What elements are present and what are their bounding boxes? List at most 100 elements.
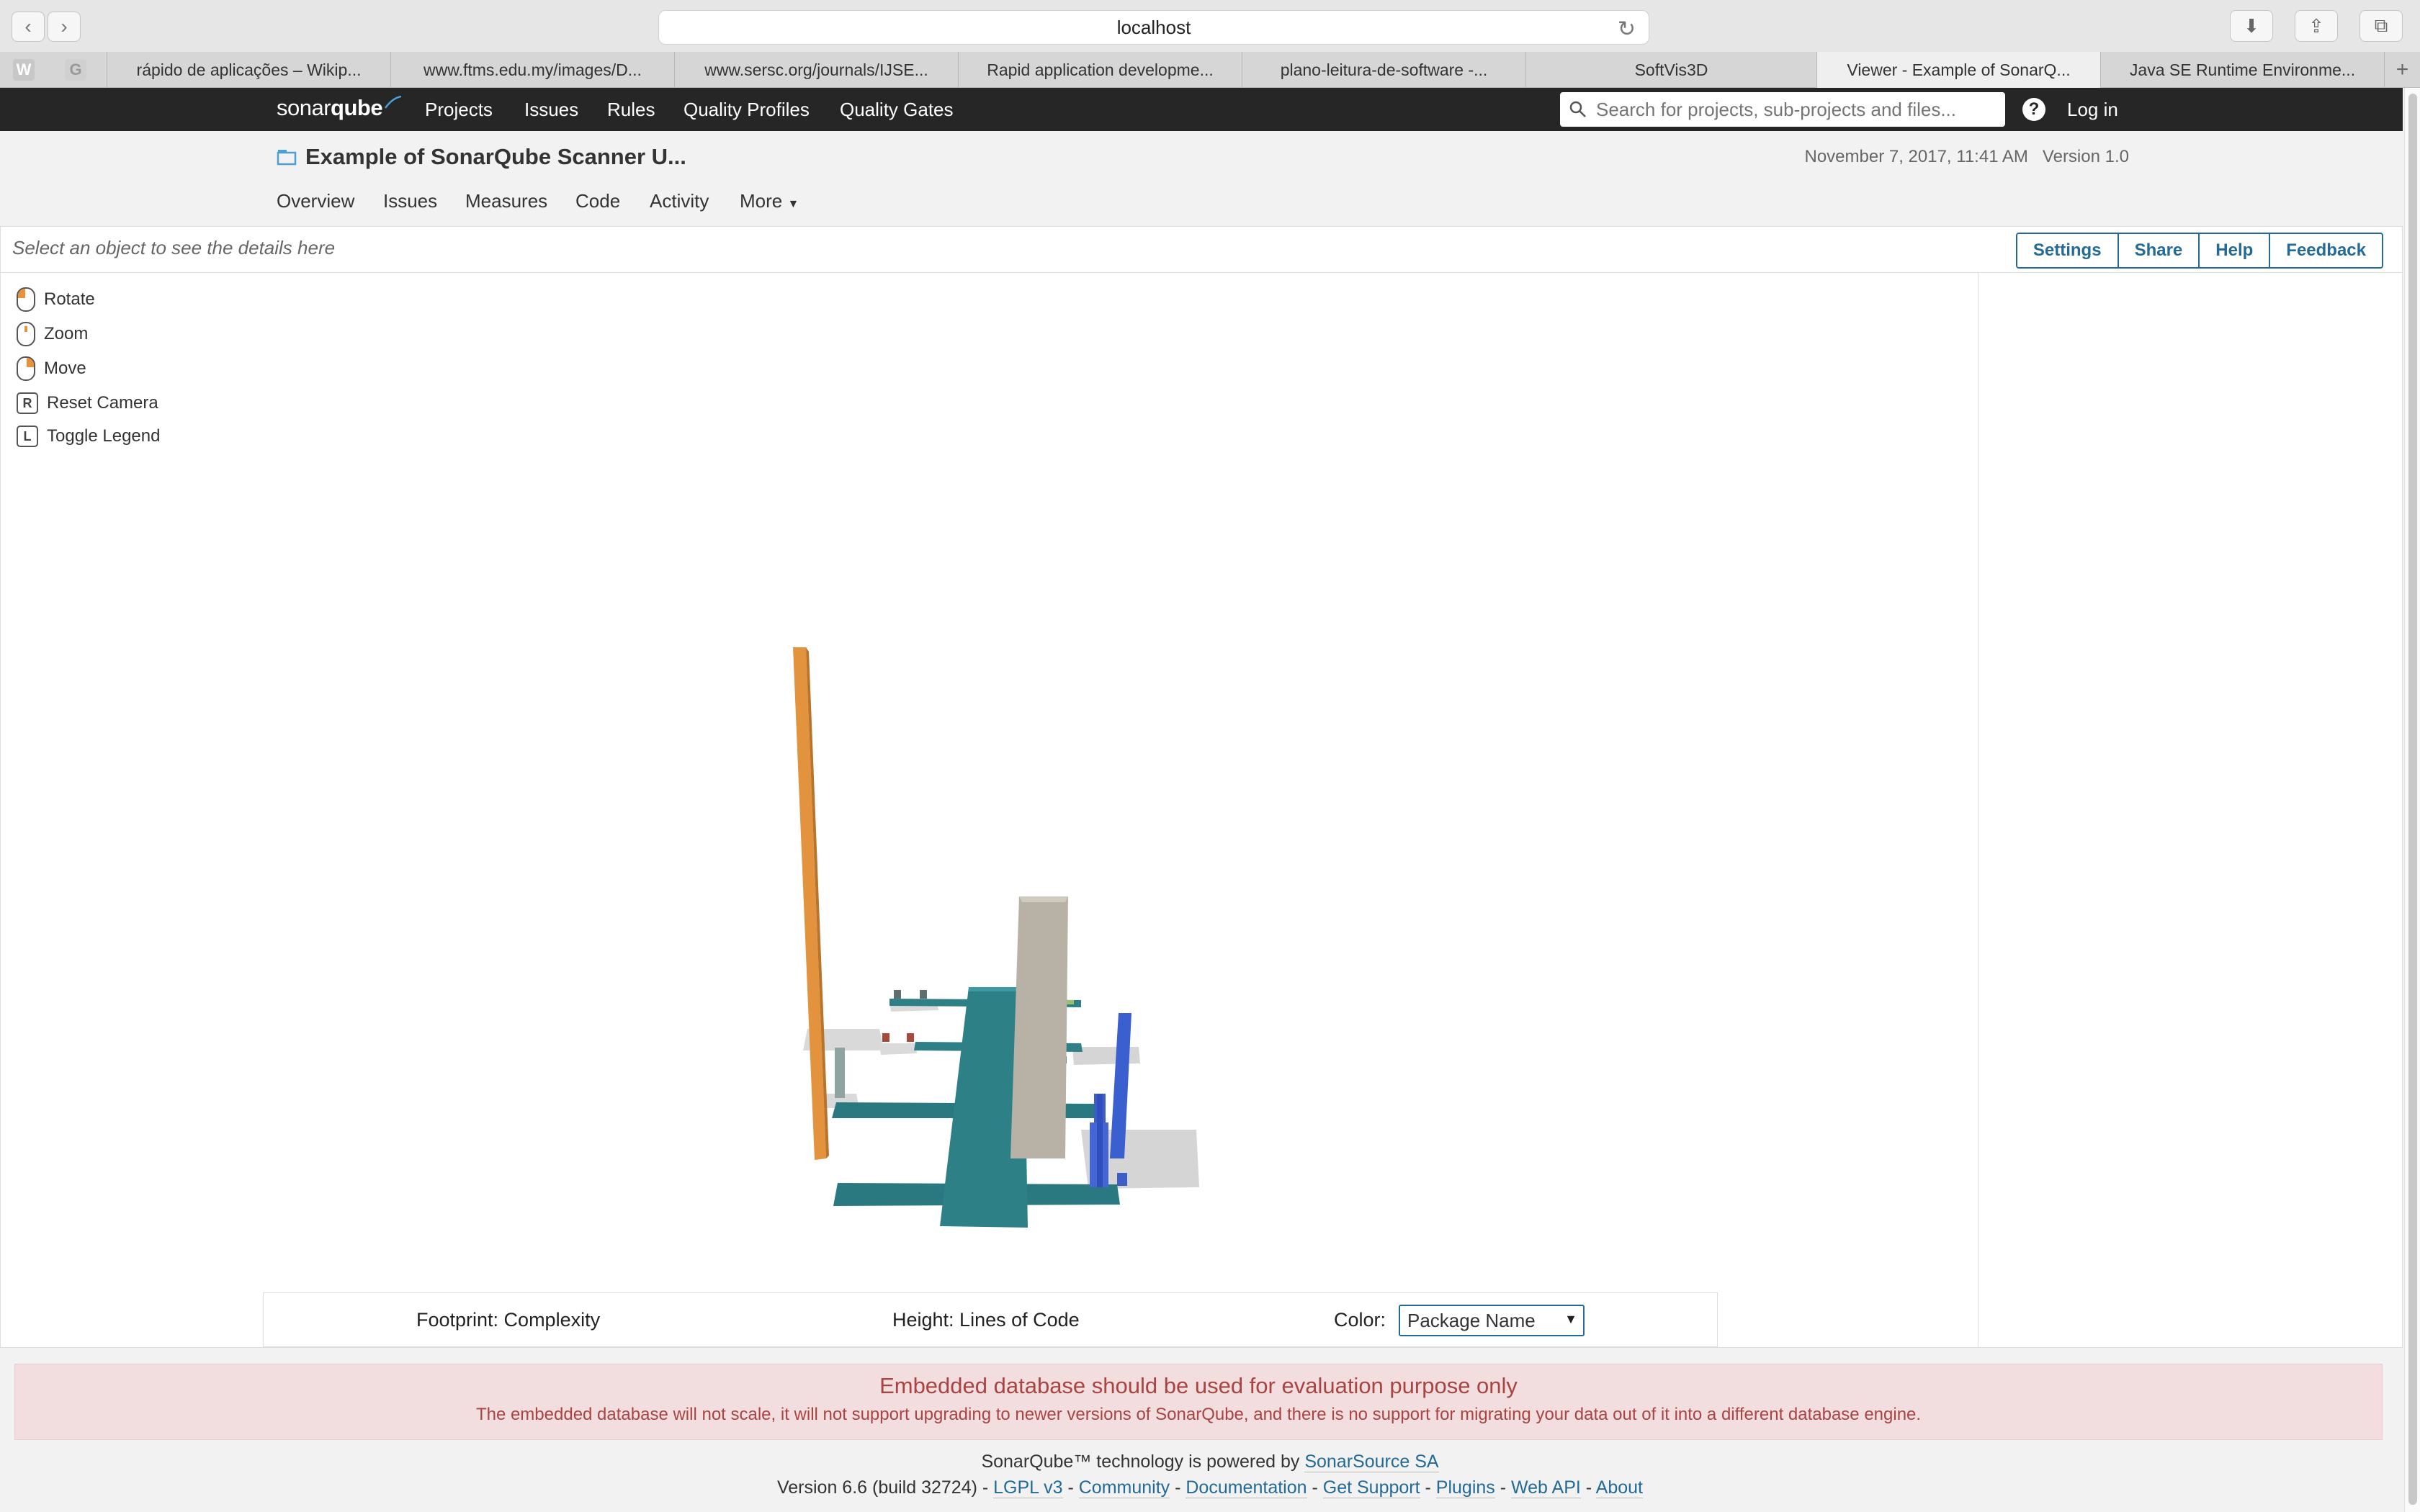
sonarsource-link[interactable]: SonarSource SA [1304,1452,1439,1472]
footer-link-about[interactable]: About [1595,1477,1644,1498]
details-hint: Select an object to see the details here [12,237,336,258]
sonarqube-navbar: sonarqube Projects Issues Rules Quality … [0,88,2403,131]
back-button[interactable]: ‹ [12,12,45,42]
sonarqube-logo[interactable]: sonarqube [277,95,403,121]
search-input[interactable] [1595,97,1986,122]
wikipedia-favicon[interactable]: W [13,59,35,81]
project-icon [277,150,297,166]
database-warning: Embedded database should be used for eva… [14,1364,2383,1440]
control-zoom: Zoom [17,322,88,346]
main-street-top [969,987,1023,991]
building[interactable] [835,1048,845,1098]
color-label: Color: [1334,1309,1386,1331]
project-title[interactable]: Example of SonarQube Scanner U... [305,144,686,170]
login-link[interactable]: Log in [2067,88,2118,131]
share-button[interactable]: Share [2118,234,2200,267]
google-icon: G [65,59,86,81]
footer-version: Version 6.6 (build 32724) [776,1477,977,1498]
share-browser-button[interactable]: ⇪ [2295,10,2338,42]
tab-issues[interactable]: Issues [383,190,437,212]
nav-rules[interactable]: Rules [607,88,655,131]
package-plate[interactable] [879,1043,917,1055]
footer-link-documentation[interactable]: Documentation [1186,1477,1307,1498]
building[interactable] [920,990,927,999]
settings-button[interactable]: Settings [2017,234,2119,267]
project-title-row: Example of SonarQube Scanner U... [277,144,686,170]
analysis-date: November 7, 2017, 11:41 AM [1804,147,2028,166]
mouse-right-icon [17,356,35,381]
footer-powered-by: SonarQube™ technology is powered by Sona… [981,1452,1439,1472]
browser-toolbar: ‹ › localhost ↻ ⬇ ⇪ ⧉ [0,0,2420,52]
project-meta: November 7, 2017, 11:41 AM Version 1.0 [1804,147,2129,167]
mouse-left-icon [17,287,35,312]
nav-projects[interactable]: Projects [425,88,493,131]
control-reset-camera: R Reset Camera [17,392,158,414]
control-move: Move [17,356,86,381]
package-plate[interactable] [1072,1047,1140,1065]
chevron-right-icon: › [60,15,68,37]
browser-tab[interactable]: www.sersc.org/journals/IJSE... [674,52,958,88]
nav-quality-profiles[interactable]: Quality Profiles [684,88,810,131]
browser-tab[interactable]: Rapid application developme... [958,52,1242,88]
browser-tab-bar: W G rápido de aplicações – Wikip... www.… [0,52,2420,88]
tab-measures[interactable]: Measures [465,190,547,212]
tab-activity[interactable]: Activity [650,190,709,212]
google-favicon[interactable]: G [65,59,86,81]
wikipedia-icon: W [13,59,35,81]
footprint-metric: Footprint: Complexity [416,1309,601,1331]
warning-text: The embedded database will not scale, it… [475,1405,1922,1424]
scrollbar-thumb[interactable] [2408,94,2417,1505]
building[interactable] [1097,1094,1103,1187]
browser-tab[interactable]: rápido de aplicações – Wikip... [107,52,390,88]
building[interactable] [907,1033,914,1042]
footer-link-community[interactable]: Community [1078,1477,1170,1498]
tab-code[interactable]: Code [575,190,620,212]
large-building[interactable] [1010,896,1068,1158]
building[interactable] [894,990,901,999]
logo-wave-icon [385,95,402,109]
feedback-button[interactable]: Feedback [2270,234,2382,267]
color-metric-select[interactable]: Package Name ▼ [1399,1305,1585,1336]
download-icon: ⬇ [2244,14,2259,37]
url-bar[interactable]: localhost ↻ [658,10,1649,45]
building[interactable] [1117,1173,1127,1186]
tabs-icon: ⧉ [2374,14,2388,36]
new-tab-button[interactable]: + [2384,52,2420,88]
control-toggle-legend: L Toggle Legend [17,426,160,447]
street[interactable] [851,1194,937,1205]
warning-title: Embedded database should be used for eva… [879,1373,1518,1398]
search-icon [1569,101,1586,117]
chevron-left-icon: ‹ [24,15,32,37]
select-arrow-icon: ▼ [1564,1312,1577,1326]
downloads-button[interactable]: ⬇ [2230,10,2273,42]
footer-link-support[interactable]: Get Support [1322,1477,1420,1498]
tab-overview-button[interactable]: ⧉ [2360,10,2403,42]
help-icon[interactable]: ? [2022,98,2045,121]
tab-overview[interactable]: Overview [277,190,354,212]
code-city-3d[interactable] [793,647,1225,1295]
viewer-button-group: Settings Share Help Feedback [2015,233,2383,269]
share-icon: ⇪ [2308,14,2324,37]
reload-icon[interactable]: ↻ [1618,17,1636,42]
browser-tab[interactable]: plano-leitura-de-software -... [1242,52,1525,88]
browser-tab-active[interactable]: Viewer - Example of SonarQ... [1816,52,2100,88]
softvis3d-viewer: Select an object to see the details here… [0,226,2403,1348]
browser-tab[interactable]: Java SE Runtime Environme... [2100,52,2384,88]
footer-link-plugins[interactable]: Plugins [1435,1477,1495,1498]
nav-quality-gates[interactable]: Quality Gates [840,88,954,131]
search-box[interactable] [1560,92,2005,127]
tab-more[interactable]: More ▼ [740,190,799,212]
browser-tab[interactable]: www.ftms.edu.my/images/D... [390,52,674,88]
nav-issues[interactable]: Issues [524,88,578,131]
large-building-top [1019,896,1068,902]
browser-tab[interactable]: SoftVis3D [1525,52,1816,88]
help-button[interactable]: Help [2200,234,2271,267]
height-metric: Height: Lines of Code [892,1309,1080,1331]
city-scene[interactable]: Rotate Zoom Move R Reset Camera L Toggle… [1,273,1978,1347]
footer-link-webapi[interactable]: Web API [1511,1477,1581,1498]
building[interactable] [882,1033,889,1042]
forward-button[interactable]: › [48,12,81,42]
mouse-wheel-icon [17,322,35,346]
details-bar: Select an object to see the details here… [1,227,2402,273]
footer-link-license[interactable]: LGPL v3 [993,1477,1063,1498]
